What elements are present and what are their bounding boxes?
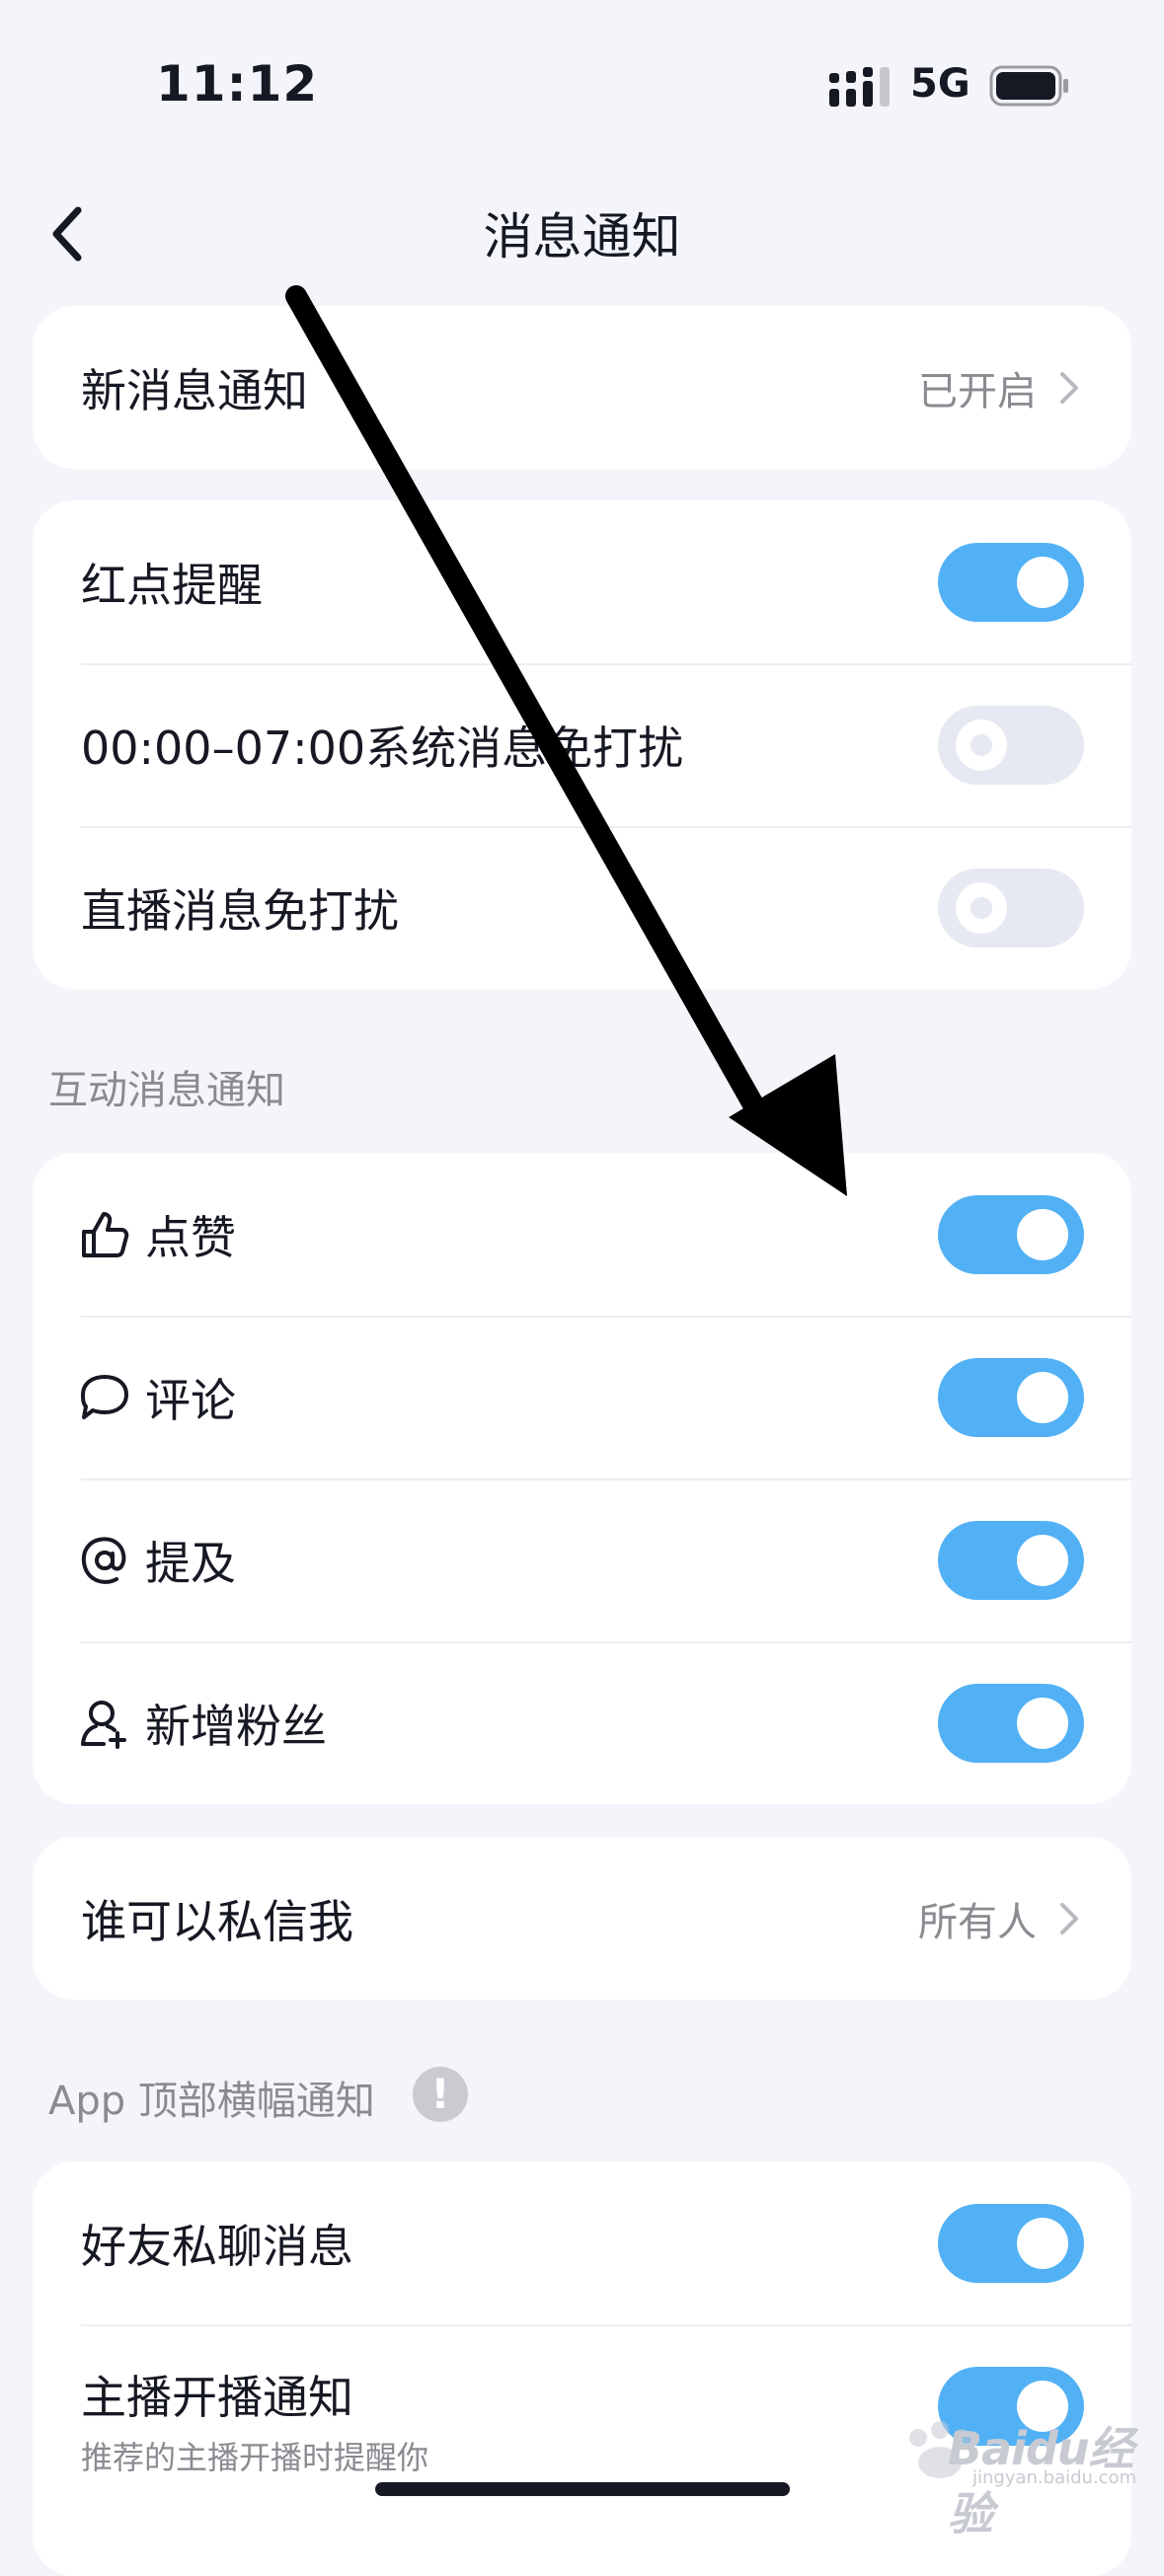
row-label: 新增粉丝 bbox=[145, 1699, 327, 1753]
list-item: 提及 bbox=[33, 1478, 1131, 1641]
mentions-toggle[interactable] bbox=[938, 1520, 1084, 1600]
toggle-knob bbox=[1017, 1371, 1068, 1423]
row-value: 所有人 bbox=[918, 1899, 1037, 1945]
list-item: 好友私聊消息 bbox=[33, 2161, 1131, 2324]
nav-bar: 消息通知 bbox=[0, 168, 1164, 296]
toggle-knob bbox=[1017, 1697, 1068, 1749]
toggle-knob bbox=[1017, 2217, 1068, 2269]
live-dnd-toggle[interactable] bbox=[938, 868, 1084, 947]
night-dnd-toggle[interactable] bbox=[938, 705, 1084, 785]
interaction-card: 点赞 评论 提及 新增粉丝 bbox=[33, 1153, 1131, 1804]
new-message-card: 新消息通知 已开启 bbox=[33, 306, 1131, 469]
row-subtitle: 推荐的主播开播时提醒你 bbox=[81, 2439, 429, 2476]
battery-icon bbox=[989, 65, 1068, 107]
row-label: 谁可以私信我 bbox=[81, 1894, 353, 1948]
status-bar: 11:12 5G bbox=[0, 0, 1164, 168]
row-label: 评论 bbox=[145, 1373, 236, 1427]
toggle-knob bbox=[956, 719, 1007, 771]
private-message-row[interactable]: 谁可以私信我 所有人 bbox=[33, 1837, 1131, 2000]
new-message-row[interactable]: 新消息通知 已开启 bbox=[33, 306, 1131, 469]
toggle-knob bbox=[1017, 1534, 1068, 1586]
section-header: 互动消息通知 bbox=[48, 1068, 285, 1113]
at-icon bbox=[81, 1537, 126, 1584]
row-label: 直播消息免打扰 bbox=[81, 883, 399, 938]
list-item: 红点提醒 bbox=[33, 500, 1131, 663]
row-value: 已开启 bbox=[918, 368, 1037, 415]
row-label: 00:00–07:00系统消息免打扰 bbox=[81, 720, 684, 775]
watermark-subtext: jingyan.baidu.com bbox=[972, 2467, 1137, 2488]
row-label: 点赞 bbox=[145, 1210, 236, 1264]
row-label: 主播开播通知 bbox=[81, 2371, 353, 2424]
list-item: 评论 bbox=[33, 1316, 1131, 1478]
network-type: 5G bbox=[910, 61, 970, 107]
toggle-knob bbox=[1017, 1208, 1068, 1260]
chevron-right-icon bbox=[1060, 1902, 1078, 1934]
list-item: 直播消息免打扰 bbox=[33, 826, 1131, 989]
toggle-knob bbox=[956, 881, 1007, 934]
row-label: 新消息通知 bbox=[81, 363, 308, 417]
list-item: 00:00–07:00系统消息免打扰 bbox=[33, 663, 1131, 826]
home-indicator bbox=[375, 2482, 790, 2496]
add-follower-icon bbox=[81, 1700, 126, 1749]
section-header: App 顶部横幅通知 bbox=[48, 2079, 375, 2124]
red-dot-toggle[interactable] bbox=[938, 542, 1084, 622]
new-followers-toggle[interactable] bbox=[938, 1683, 1084, 1763]
reminder-card: 红点提醒 00:00–07:00系统消息免打扰 直播消息免打扰 bbox=[33, 500, 1131, 989]
chevron-right-icon bbox=[1060, 371, 1078, 404]
friend-chat-toggle[interactable] bbox=[938, 2203, 1084, 2283]
comment-icon bbox=[81, 1374, 128, 1419]
row-label: 红点提醒 bbox=[81, 558, 263, 612]
comments-toggle[interactable] bbox=[938, 1357, 1084, 1437]
toggle-knob bbox=[1017, 556, 1068, 608]
likes-toggle[interactable] bbox=[938, 1194, 1084, 1274]
row-label: 提及 bbox=[145, 1536, 236, 1590]
status-time: 11:12 bbox=[156, 55, 319, 113]
row-label: 好友私聊消息 bbox=[81, 2219, 353, 2273]
info-icon[interactable]: ! bbox=[413, 2067, 468, 2122]
list-item: 点赞 bbox=[33, 1153, 1131, 1316]
page-title: 消息通知 bbox=[483, 208, 681, 265]
list-item: 新增粉丝 bbox=[33, 1641, 1131, 1804]
signal-strength-icon bbox=[829, 67, 890, 107]
thumbs-up-icon bbox=[82, 1211, 129, 1257]
private-message-card: 谁可以私信我 所有人 bbox=[33, 1837, 1131, 2000]
